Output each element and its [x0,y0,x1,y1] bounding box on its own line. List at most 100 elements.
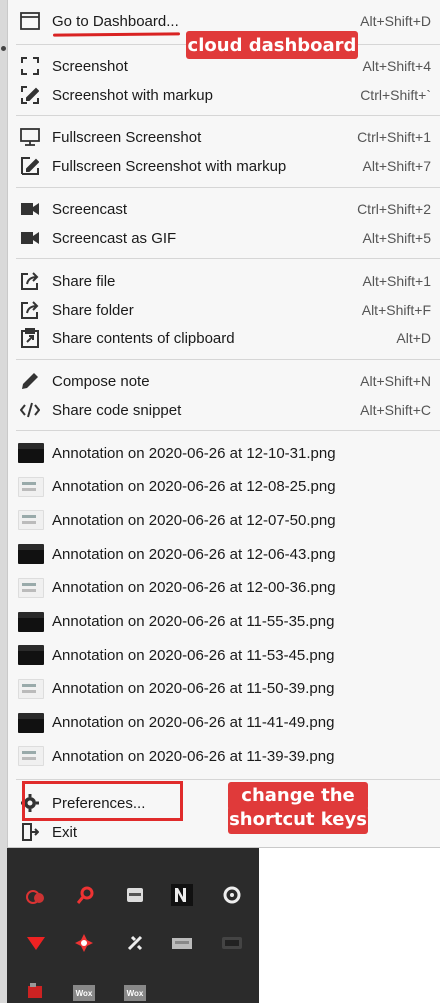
menu-item-shortcut: Alt+Shift+5 [362,230,432,246]
wox-label: Wox [124,985,146,1001]
menu-item-recent-capture[interactable]: Annotation on 2020-06-26 at 12-08-25.png [8,473,440,501]
desktop-dot [1,46,6,51]
menu-item-screencast[interactable]: Screencast Ctrl+Shift+2 [8,195,440,223]
menu-item-label: Annotation on 2020-06-26 at 11-55-35.png [52,613,335,630]
annotation-cloud-dashboard: cloud dashboard [186,31,358,59]
menu-item-recent-capture[interactable]: Annotation on 2020-06-26 at 12-10-31.png [8,439,440,467]
menu-item-label: Share contents of clipboard [52,329,235,347]
search-icon[interactable] [75,884,97,906]
capture-thumbnail [18,611,44,632]
video-camera-icon [20,199,40,219]
menu-separator [16,115,440,116]
tray-app-icon[interactable] [73,932,95,954]
tray-app-icon[interactable] [25,932,47,954]
menu-separator [16,187,440,188]
menu-item-label: Annotation on 2020-06-26 at 11-39-39.png [52,747,335,765]
menu-item-label: Annotation on 2020-06-26 at 12-07-50.png [52,511,336,529]
menu-item-shortcut: Alt+Shift+1 [362,273,432,289]
menu-item-label: Compose note [52,372,150,390]
menu-item-label: Annotation on 2020-06-26 at 12-10-31.png [52,444,336,462]
capture-thumbnail [18,678,44,699]
menu-separator [16,779,440,780]
menu-item-shortcut: Alt+Shift+4 [362,58,432,74]
menu-item-shortcut: Alt+D [396,330,431,346]
menu-item-recent-capture[interactable]: Annotation on 2020-06-26 at 11-55-35.png [8,608,440,636]
desktop-edge [0,0,7,1003]
menu-item-share-clipboard[interactable]: Share contents of clipboard Alt+D [8,324,440,352]
system-tray-overflow: Wox Wox [7,848,259,1003]
menu-item-screenshot-with-markup[interactable]: Screenshot with markup Ctrl+Shift+` [8,81,440,109]
menu-item-shortcut: Ctrl+Shift+1 [357,129,431,145]
menu-item-recent-capture[interactable]: Annotation on 2020-06-26 at 11-53-45.png [8,641,440,669]
menu-item-recent-capture[interactable]: Annotation on 2020-06-26 at 12-07-50.png [8,506,440,534]
capture-thumbnail [18,544,44,565]
menu-item-recent-capture[interactable]: Annotation on 2020-06-26 at 12-06-43.png [8,540,440,568]
menu-item-shortcut: Alt+Shift+F [361,302,431,318]
menu-item-label: Fullscreen Screenshot [52,128,202,146]
capture-thumbnail [18,645,44,666]
exit-icon [20,822,40,842]
wox-label: Wox [73,985,95,1001]
menu-item-label: Share code snippet [52,401,182,419]
menu-item-recent-capture[interactable]: Annotation on 2020-06-26 at 11-41-49.png [8,709,440,737]
tray-app-icon[interactable] [221,884,243,906]
menu-item-shortcut: Alt+Shift+7 [362,158,432,174]
desktop-background [259,848,440,1003]
menu-separator [16,258,440,259]
menu-item-fullscreen-screenshot-with-markup[interactable]: Fullscreen Screenshot with markup Alt+Sh… [8,152,440,180]
menu-item-shortcut: Alt+Shift+C [360,402,431,418]
menu-item-shortcut: Alt+Shift+D [360,13,431,29]
capture-thumbnail [18,476,44,497]
menu-item-label: Screenshot [52,57,128,75]
pencil-icon [20,371,40,391]
menu-item-label: Annotation on 2020-06-26 at 12-08-25.png [52,478,336,496]
menu-item-share-folder[interactable]: Share folder Alt+Shift+F [8,296,440,324]
capture-thumbnail [18,577,44,598]
menu-item-share-file[interactable]: Share file Alt+Shift+1 [8,267,440,295]
menu-item-label: Annotation on 2020-06-26 at 12-06-43.png [52,545,336,563]
share-icon [20,300,40,320]
markup-icon [20,85,40,105]
menu-item-label: Screencast [52,200,128,218]
capture-thumbnail [18,443,44,463]
menu-item-recent-capture[interactable]: Annotation on 2020-06-26 at 12-00-36.png [8,574,440,602]
menu-item-label: Screencast as GIF [52,229,177,247]
menu-item-label: Annotation on 2020-06-26 at 11-41-49.png [52,714,335,732]
tray-app-icon[interactable] [171,932,193,954]
menu-item-shortcut: Ctrl+Shift+2 [357,201,431,217]
tray-app-icon[interactable] [124,884,146,906]
tray-app-icon[interactable] [25,886,47,908]
markup-icon [20,156,40,176]
menu-item-recent-capture[interactable]: Annotation on 2020-06-26 at 11-50-39.png [8,675,440,703]
monitor-icon [20,127,40,147]
menu-item-label: Annotation on 2020-06-26 at 11-53-45.png [52,646,335,664]
menu-item-label: Fullscreen Screenshot with markup [52,157,287,175]
menu-item-label: Share folder [52,301,134,319]
menu-item-screencast-as-gif[interactable]: Screencast as GIF Alt+Shift+5 [8,224,440,252]
tray-app-icon[interactable] [124,932,146,954]
video-camera-icon [20,228,40,248]
screenshot-icon [20,56,40,76]
menu-item-label: Exit [52,823,78,841]
tray-app-icon[interactable] [171,884,193,906]
menu-item-recent-capture[interactable]: Annotation on 2020-06-26 at 11-39-39.png [8,742,440,770]
code-icon [20,400,40,420]
tray-app-icon[interactable] [221,932,243,954]
tray-app-wox[interactable]: Wox [73,982,95,1004]
menu-item-label: Annotation on 2020-06-26 at 12-00-36.png [52,579,336,597]
menu-item-label: Share file [52,272,116,290]
menu-item-shortcut: Ctrl+Shift+` [360,87,431,103]
tray-app-icon[interactable] [25,980,47,1002]
context-menu: Go to Dashboard... Alt+Shift+D Screensho… [7,0,440,848]
menu-item-label: Annotation on 2020-06-26 at 11-50-39.png [52,680,335,698]
menu-item-fullscreen-screenshot[interactable]: Fullscreen Screenshot Ctrl+Shift+1 [8,123,440,151]
menu-item-label: Go to Dashboard... [52,12,179,30]
tray-app-wox[interactable]: Wox [124,982,146,1004]
menu-separator [16,359,440,360]
share-icon [20,271,40,291]
menu-item-shortcut: Alt+Shift+N [360,373,431,389]
menu-item-share-code-snippet[interactable]: Share code snippet Alt+Shift+C [8,396,440,424]
menu-item-exit[interactable]: Exit [8,818,440,846]
annotation-preferences-box [22,781,183,821]
menu-item-compose-note[interactable]: Compose note Alt+Shift+N [8,367,440,395]
